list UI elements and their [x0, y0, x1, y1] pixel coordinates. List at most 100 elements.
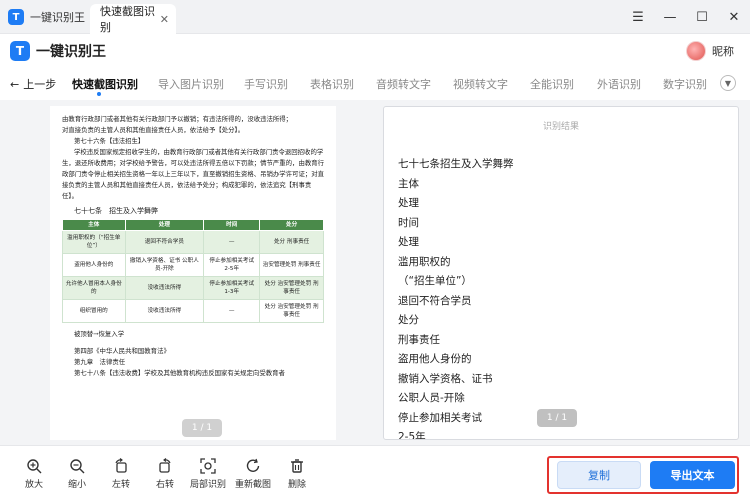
partial-recognize-button[interactable]: 局部识别 — [188, 458, 228, 490]
brand-name: 一键识别王 — [36, 44, 106, 60]
app-logo-icon: T — [8, 9, 24, 25]
nav-tab-foreign[interactable]: 外语识别 — [597, 76, 641, 92]
table-cell: 没收违法所得 — [124, 299, 205, 323]
image-page-indicator: 1 / 1 — [182, 419, 222, 437]
app-tab-label: 一键识别王 — [30, 11, 85, 24]
result-line: 公职人员-开除 — [398, 392, 465, 404]
chevron-down-icon[interactable]: ▼ — [720, 75, 736, 91]
active-tab-indicator — [97, 92, 101, 96]
close-window-icon[interactable]: ✕ — [718, 8, 750, 26]
delete-button[interactable]: 删除 — [277, 458, 317, 490]
tab-quick-screenshot[interactable]: 快速截图识别 ✕ — [90, 4, 176, 34]
table-cell: 处分 治安管理处罚 刑事责任 — [259, 299, 324, 323]
export-text-button[interactable]: 导出文本 — [650, 461, 735, 489]
table-cell: 停止参加相关考试 2-5年 — [203, 253, 261, 277]
table-cell: 没收违法所得 — [124, 276, 205, 300]
doc-line: 第四部《中华人民共和国教育法》 — [74, 347, 170, 355]
tab-label: 快速截图识别 — [100, 5, 155, 34]
trash-icon — [291, 459, 303, 473]
table-cell: 停止参加相关考试 1-3年 — [203, 276, 261, 300]
doc-table-caption: 七十七条 招生及入学舞弊 — [74, 207, 158, 215]
result-text[interactable]: 七十七条招生及入学舞弊 主体 处理 时间 处理 滥用职权的 （“招生单位”） 退… — [398, 155, 718, 440]
tool-label: 删除 — [287, 480, 306, 490]
result-line: 撤销入学资格、证书 — [398, 372, 493, 385]
result-line: 2-5年 — [398, 431, 426, 440]
nav-tab-quick-screenshot[interactable]: 快速截图识别 — [72, 76, 138, 92]
table-row: 滥用职权的（“招生单位”） 退回不符合学员 — 处分 刑事责任 — [62, 230, 324, 254]
feature-nav: ← 上一步 快速截图识别 导入图片识别 手写识别 表格识别 音频转文字 视频转文… — [0, 68, 750, 100]
arrow-left-icon: ← — [10, 77, 20, 91]
maximize-icon[interactable]: ☐ — [686, 8, 718, 26]
nav-tab-handwriting[interactable]: 手写识别 — [244, 76, 288, 92]
table-cell: 撤销入学资格、证书 公职人员-开除 — [124, 253, 205, 277]
table-cell: 处分 刑事责任 — [259, 230, 324, 254]
minimize-icon[interactable]: — — [654, 8, 686, 26]
tool-label: 右转 — [155, 480, 174, 490]
back-button[interactable]: ← 上一步 — [10, 76, 56, 92]
table-cell: — — [203, 299, 261, 323]
result-line: 处理 — [398, 236, 419, 248]
zoom-in-button[interactable]: 放大 — [14, 458, 54, 490]
tab-close-icon[interactable]: ✕ — [160, 13, 169, 26]
window-controls: ☰ — ☐ ✕ — [622, 8, 750, 26]
result-line: 处理 — [398, 197, 419, 209]
zoom-out-button[interactable]: 缩小 — [57, 458, 97, 490]
nav-tab-digits[interactable]: 数字识别 — [663, 76, 707, 92]
username: 昵称 — [712, 45, 734, 58]
rotate-left-button[interactable]: 左转 — [101, 458, 141, 490]
app-header: T 一键识别王 昵称 — [0, 34, 750, 68]
tool-label: 局部识别 — [189, 480, 226, 490]
tool-label: 重新截图 — [234, 480, 271, 490]
nav-tab-all-in-one[interactable]: 全能识别 — [530, 76, 574, 92]
table-header: 主体 — [62, 219, 126, 231]
tool-label: 左转 — [111, 480, 130, 490]
doc-article-heading: 第七十六条【违法招生】 — [74, 137, 145, 145]
result-pane[interactable]: 识别结果 七十七条招生及入学舞弊 主体 处理 时间 处理 滥用职权的 （“招生单… — [383, 106, 739, 440]
user-menu[interactable]: 昵称 — [686, 41, 734, 61]
menu-icon[interactable]: ☰ — [622, 8, 654, 26]
nav-tab-import-image[interactable]: 导入图片识别 — [158, 76, 224, 92]
nav-tab-table[interactable]: 表格识别 — [310, 76, 354, 92]
table-cell: 允许他人冒用本人身份的 — [62, 276, 126, 300]
back-label: 上一步 — [23, 78, 57, 91]
result-line: （“招生单位”） — [398, 275, 472, 287]
rotate-right-button[interactable]: 右转 — [145, 458, 185, 490]
recapture-button[interactable]: 重新截图 — [233, 458, 273, 490]
nav-tab-video[interactable]: 视频转文字 — [453, 76, 508, 92]
table-header: 时间 — [203, 219, 261, 231]
nav-tab-audio[interactable]: 音频转文字 — [376, 76, 431, 92]
tool-label: 放大 — [24, 480, 43, 490]
result-line: 退回不符合学员 — [398, 294, 472, 307]
doc-paragraph: 学校违反国家规定招收学生的，由教育行政部门或者其他有关行政部门责令退回招收的学生… — [62, 148, 325, 200]
result-line: 盗用他人身份的 — [398, 353, 472, 365]
table-cell: 处分 治安管理处罚 刑事责任 — [259, 276, 324, 300]
table-cell: — — [203, 230, 261, 254]
result-line: 处分 — [398, 314, 419, 326]
main-area: 由教育行政部门或者其他有关行政部门予以撤销；有违法所得的，没收违法所得； 对直接… — [0, 100, 750, 445]
table-row: 盗用他人身份的 撤销入学资格、证书 公职人员-开除 停止参加相关考试 2-5年 … — [62, 253, 324, 277]
table-row: 组织冒用的 没收违法所得 — 处分 治安管理处罚 刑事责任 — [62, 299, 324, 323]
result-line: 主体 — [398, 177, 419, 190]
partial-recognize-icon — [200, 458, 216, 474]
table-header: 处分 — [259, 219, 324, 231]
title-bar: T 一键识别王 快速截图识别 ✕ ☰ — ☐ ✕ — [0, 0, 750, 34]
table-row: 允许他人冒用本人身份的 没收违法所得 停止参加相关考试 1-3年 处分 治安管理… — [62, 276, 324, 300]
table-cell: 组织冒用的 — [62, 299, 126, 323]
table-cell: 退回不符合学员 — [124, 230, 205, 254]
result-line: 刑事责任 — [398, 333, 440, 346]
app-tab[interactable]: T 一键识别王 — [8, 6, 85, 28]
rotate-left-icon — [115, 458, 127, 473]
table-cell: 盗用他人身份的 — [62, 253, 126, 277]
bottom-toolbar: 放大 缩小 左转 右转 局部识别 重新截图 删除 复制 导出文本 — [0, 445, 750, 500]
result-page-indicator: 1 / 1 — [537, 409, 577, 427]
doc-line: 对直接负责的主管人员和其他直接责任人员，依法给予【处分】。 — [62, 126, 245, 134]
doc-line: 第九章 法律责任 — [74, 358, 126, 366]
table-cell: 滥用职权的（“招生单位”） — [62, 230, 126, 254]
zoom-in-icon — [27, 459, 42, 474]
copy-button[interactable]: 复制 — [557, 461, 641, 489]
avatar[interactable] — [686, 41, 706, 61]
zoom-out-icon — [70, 459, 85, 474]
result-line: 滥用职权的 — [398, 255, 451, 268]
tool-label: 缩小 — [67, 480, 86, 490]
image-preview-pane[interactable]: 由教育行政部门或者其他有关行政部门予以撤销；有违法所得的，没收违法所得； 对直接… — [10, 106, 372, 440]
